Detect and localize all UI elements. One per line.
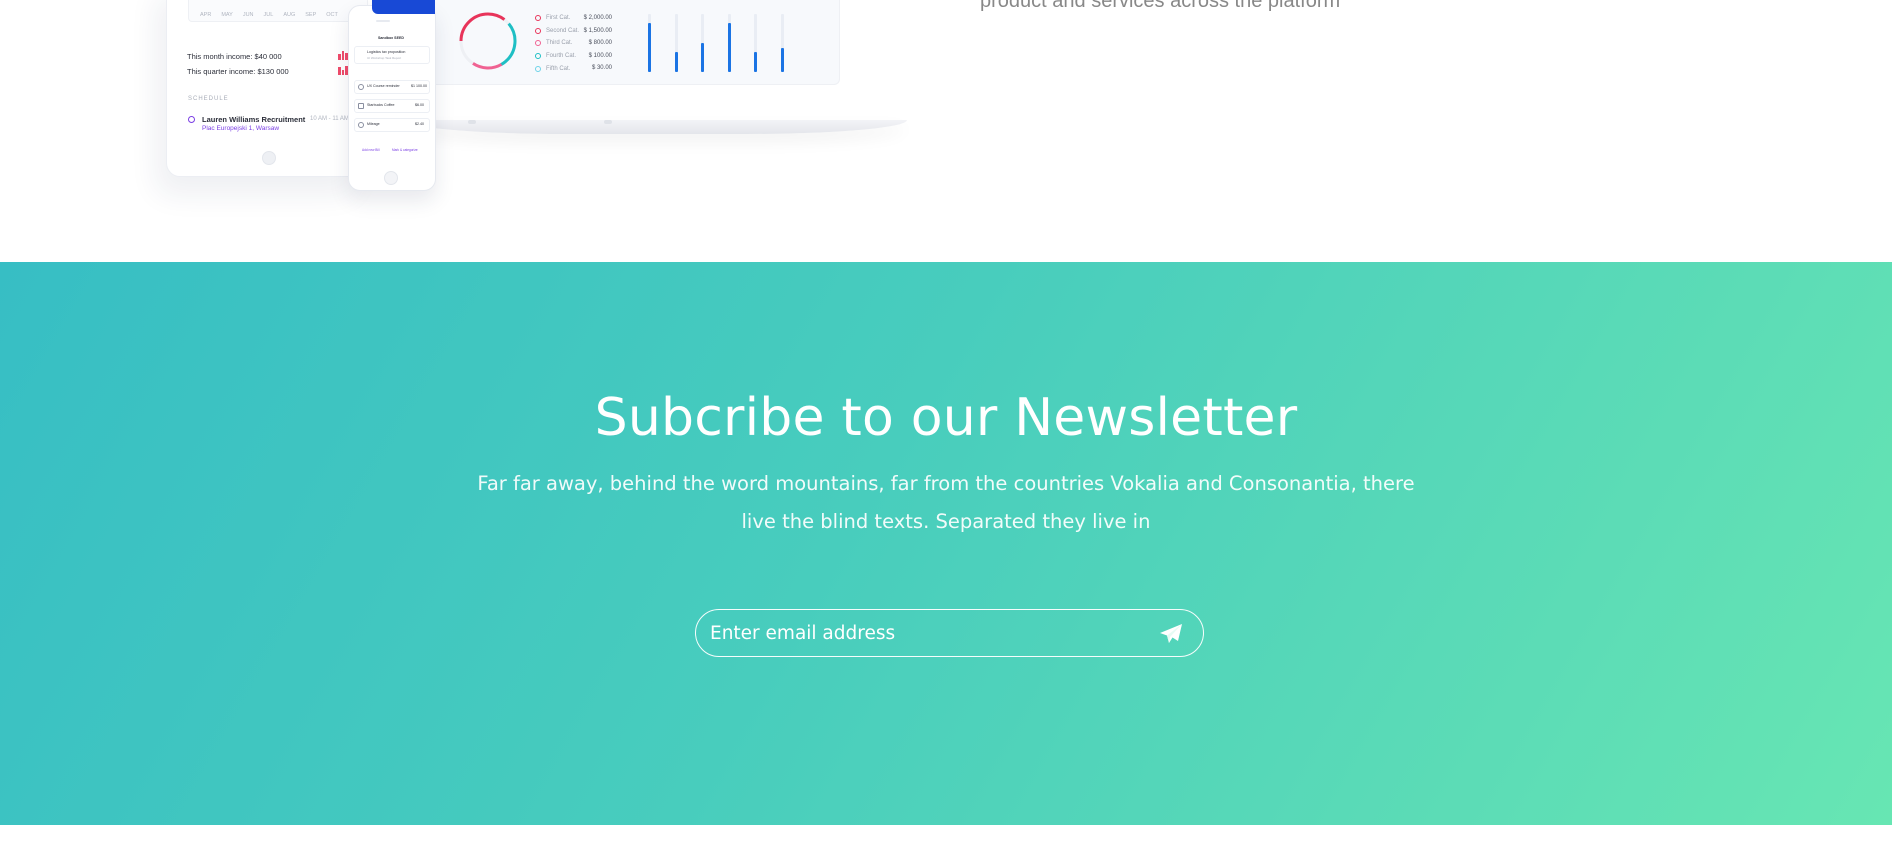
schedule-event-place: Plac Europejski 1, Warsaw — [202, 125, 280, 132]
bar — [648, 22, 651, 72]
legend-dot-icon — [535, 40, 541, 47]
legend-value: $ 800.00 — [588, 40, 612, 47]
laptop-foot — [604, 120, 612, 124]
phone-row-title: Mileage — [367, 122, 380, 126]
phone-transaction-row: UX Course reminder $1 100.00 — [354, 80, 430, 94]
legend-value: $ 1,500.00 — [583, 27, 612, 34]
month-label: AUG — [283, 12, 296, 18]
section-caption-cut: product and services across the platform — [980, 0, 1341, 12]
month-axis: APR MAY JUN JUL AUG SEP OCT — [200, 12, 338, 18]
phone-row-title: UX Course reminder — [367, 84, 400, 88]
receipt-icon — [358, 103, 364, 109]
month-income-label: This month income: $40 000 — [187, 52, 282, 61]
bar — [701, 43, 704, 72]
laptop-base — [405, 120, 907, 134]
legend-dot-icon — [535, 27, 541, 34]
phone-transaction-row: Starbucks Coffee $6.00 — [354, 99, 430, 113]
schedule-heading: SCHEDULE — [188, 96, 229, 102]
month-label: JUL — [263, 12, 274, 18]
schedule-event-time: 10 AM - 11 AM — [310, 116, 349, 122]
bar — [674, 51, 678, 72]
tablet-chart-panel — [188, 0, 368, 22]
month-label: OCT — [326, 12, 338, 18]
legend-dot-icon — [535, 53, 541, 60]
month-label: JUN — [242, 12, 254, 18]
phone-card-title: Logistics tax proposition — [367, 50, 406, 54]
phone-transaction-row: Mileage $2.40 — [354, 118, 430, 132]
legend-label: First Cat. — [546, 15, 571, 22]
email-input[interactable] — [710, 617, 1140, 649]
legend-value: $ 2,000.00 — [583, 15, 612, 21]
phone-card-subtitle: UI Workshop Task Report — [367, 56, 402, 60]
phone-row-value: $2.40 — [415, 122, 424, 126]
legend-label: Fourth Cat. — [546, 53, 577, 60]
legend-label: Second Cat. — [546, 27, 580, 34]
laptop-foot — [468, 120, 476, 124]
bar — [754, 51, 757, 72]
phone-row-value: $6.00 — [415, 103, 424, 107]
legend-dot-icon — [535, 15, 541, 22]
newsletter-form — [695, 609, 1204, 657]
phone-add-bill-link[interactable]: Add new Bill — [362, 148, 380, 152]
bar — [780, 47, 784, 72]
phone-header: Sandbox SEED — [378, 36, 404, 40]
chart-legend-values: $ 2,000.00 $ 1,500.00 $ 800.00 $ 100.00 $ 30… — [580, 12, 612, 75]
schedule-bullet-icon — [188, 116, 195, 123]
device-mockup-section: product and services across the platform… — [0, 0, 1892, 262]
phone-card: Logistics tax proposition UI Workshop Ta… — [354, 46, 430, 64]
legend-label: Fifth Cat. — [546, 65, 571, 72]
donut-chart — [459, 12, 517, 70]
phone-home-button — [384, 171, 398, 185]
legend-value: $ 30.00 — [591, 65, 612, 72]
month-label: SEP — [305, 12, 317, 18]
bar — [727, 22, 731, 72]
newsletter-title: Subcribe to our Newsletter — [594, 388, 1298, 448]
legend-dot-icon — [535, 65, 541, 72]
subscribe-button[interactable] — [1157, 620, 1185, 648]
newsletter-description: Far far away, behind the word mountains,… — [477, 472, 1415, 533]
phone-screen: Sandbox SEED Logistics tax proposition U… — [352, 14, 432, 174]
paper-plane-icon — [1160, 624, 1182, 643]
legend-label: Third Cat. — [546, 40, 573, 47]
month-label: MAY — [221, 12, 233, 18]
newsletter-section: Subcribe to our Newsletter Far far away,… — [0, 262, 1892, 825]
legend-value: $ 100.00 — [588, 52, 612, 59]
phone-categorize-link[interactable]: Mark & categorize — [392, 148, 418, 152]
clock-icon — [358, 84, 364, 90]
quarter-income-label: This quarter income: $130 000 — [187, 67, 289, 76]
phone-accent-block — [372, 0, 435, 14]
phone-row-title: Starbucks Coffee — [367, 103, 395, 107]
phone-notch-line — [376, 20, 390, 22]
schedule-event-name: Lauren Williams Recruitment — [202, 115, 306, 124]
phone-row-value: $1 100.00 — [411, 84, 427, 88]
tablet-home-button — [262, 151, 276, 165]
route-icon — [358, 122, 364, 128]
bar-chart — [648, 10, 788, 72]
month-label: APR — [200, 12, 212, 18]
